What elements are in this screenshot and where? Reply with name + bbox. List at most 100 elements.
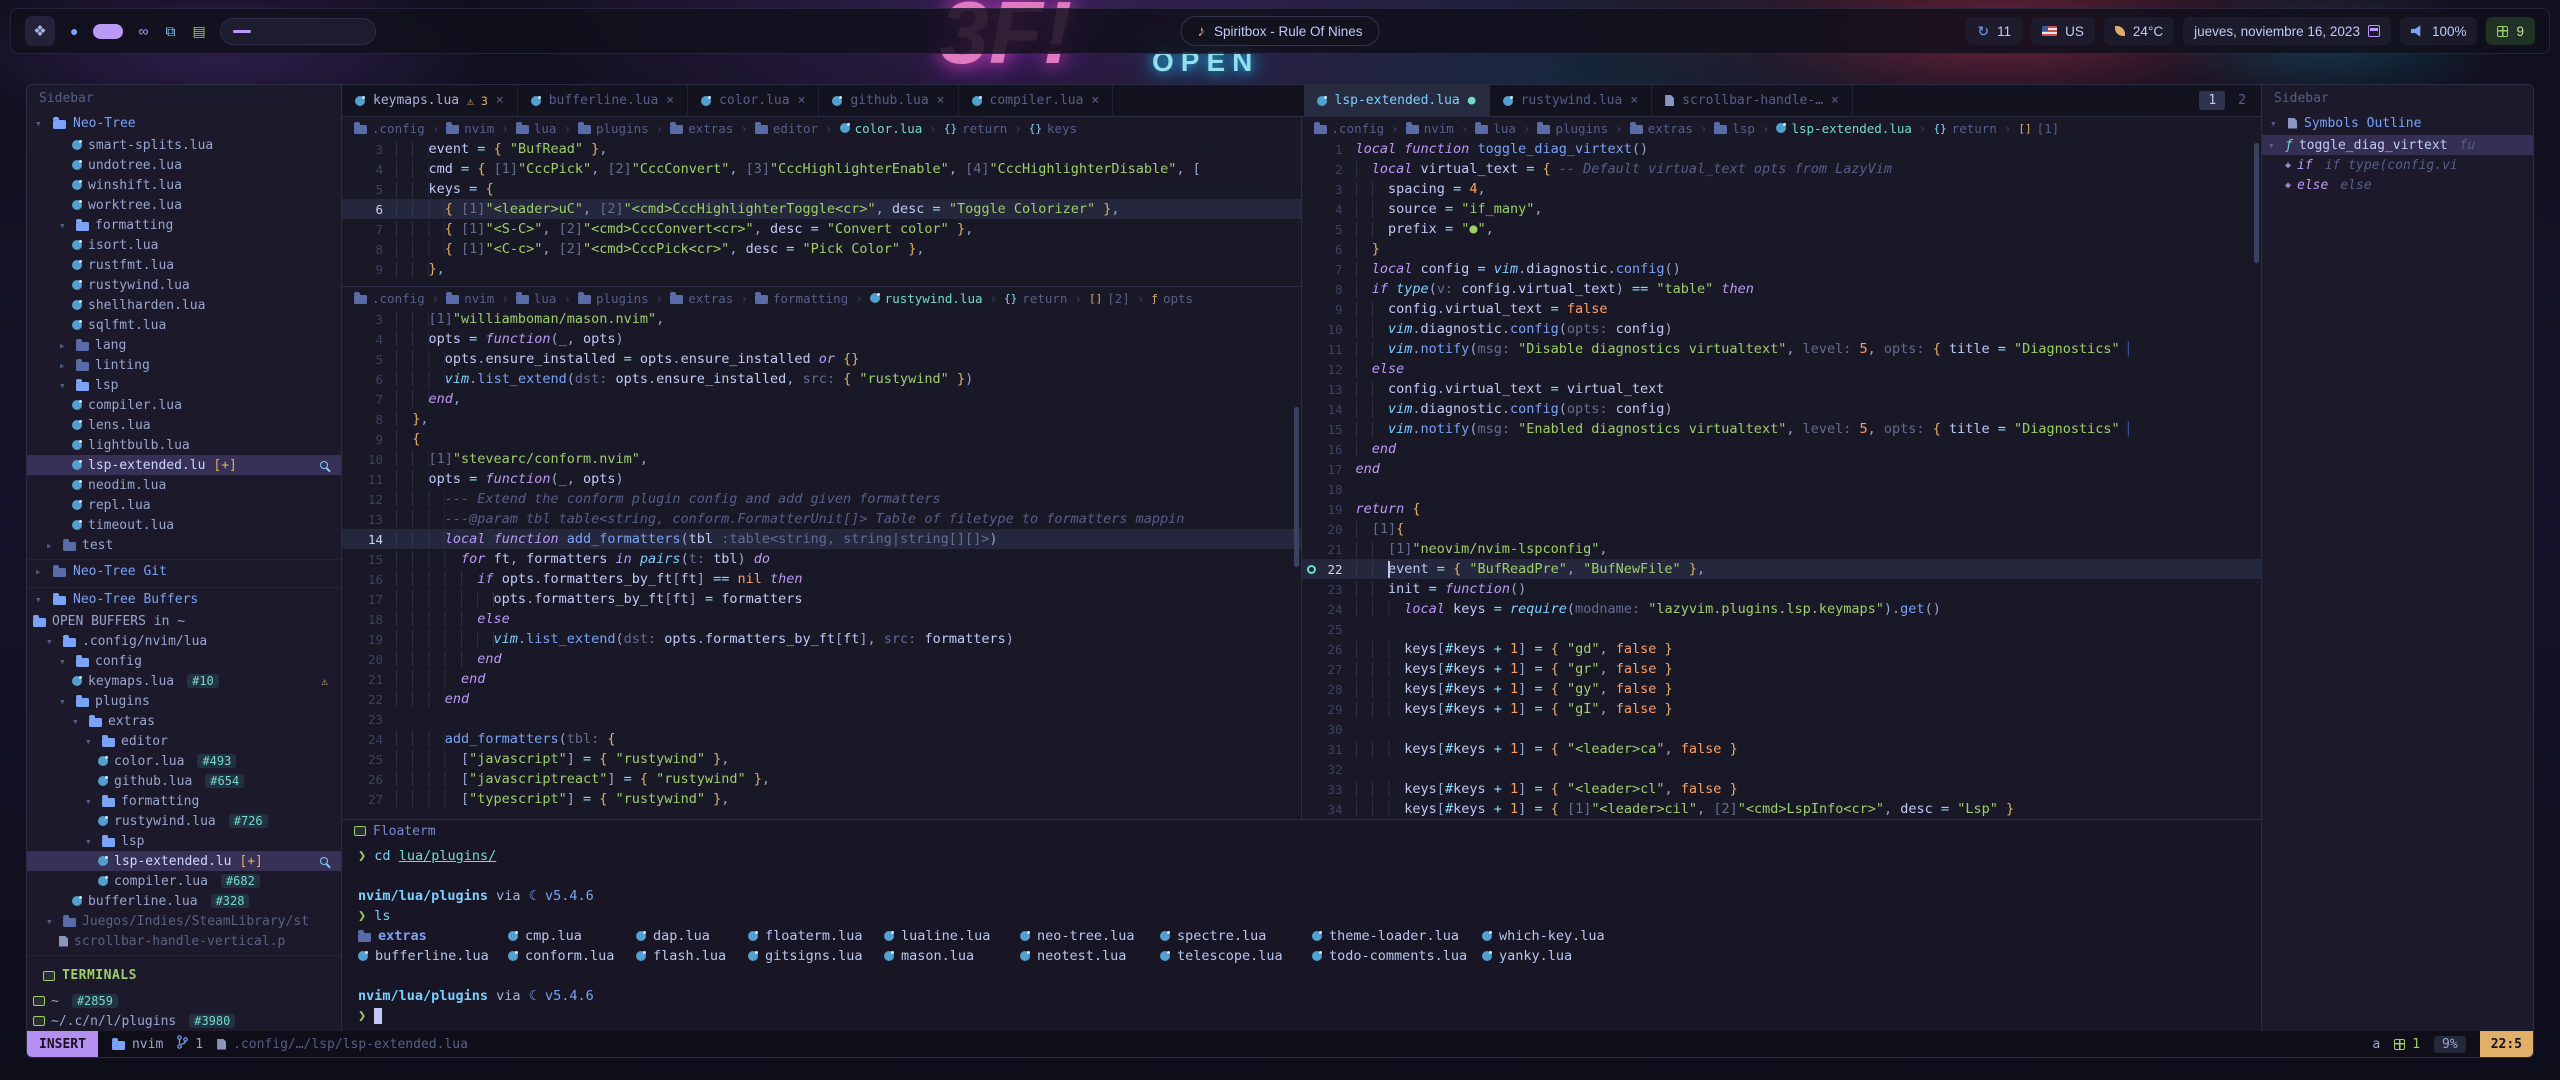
neotree-item[interactable]: isort.lua	[27, 235, 341, 255]
code-line[interactable]: 22 end	[342, 689, 1301, 709]
code-line[interactable]: 7 { [1]"<S-C>", [2]"<cmd>CccConvert<cr>"…	[342, 219, 1301, 239]
terminal-item[interactable]: ~#2859	[27, 991, 341, 1011]
close-icon[interactable]: ×	[1831, 93, 1839, 108]
code-line[interactable]: 5 opts.ensure_installed = opts.ensure_in…	[342, 349, 1301, 369]
breadcrumb-seg[interactable]: extras	[1630, 121, 1693, 136]
neotree-item[interactable]: winshift.lua	[27, 175, 341, 195]
code-line[interactable]: 9 config.virtual_text = false	[1302, 299, 2262, 319]
breadcrumb-seg[interactable]: ƒopts	[1151, 291, 1193, 306]
code-line[interactable]: 12 else	[1302, 359, 2262, 379]
updates-widget[interactable]: ↻11	[1966, 17, 2022, 45]
breadcrumb-seg[interactable]: lua	[516, 121, 557, 136]
code-line[interactable]: 12 --- Extend the conform plugin config …	[342, 489, 1301, 509]
close-icon[interactable]: ×	[666, 93, 674, 108]
tab-compiler-lua[interactable]: compiler.lua×	[959, 85, 1114, 117]
buffer-item[interactable]: ▾config	[27, 651, 341, 671]
tab-keymaps-lua[interactable]: keymaps.lua⚠ 3×	[342, 85, 518, 117]
code-line[interactable]: 3 [1]"williamboman/mason.nvim",	[342, 309, 1301, 329]
code-line[interactable]: 8 { [1]"<C-c>", [2]"<cmd>CccPick<cr>", d…	[342, 239, 1301, 259]
breadcrumb-seg[interactable]: lua	[516, 291, 557, 306]
file-entry[interactable]: todo-comments.lua	[1312, 948, 1482, 964]
workspace-dot-icon[interactable]: ●	[68, 23, 80, 39]
tabpage-2[interactable]: 2	[2229, 91, 2255, 110]
code-line[interactable]: 5 keys = {	[342, 179, 1301, 199]
code-line[interactable]: 15 vim.notify(msg: "Enabled diagnostics …	[1302, 419, 2262, 439]
floaterm-panel[interactable]: Floaterm ❯ cd lua/plugins/nvim/lua/plugi…	[342, 819, 2261, 1031]
breadcrumb-seg[interactable]: lua	[1475, 121, 1516, 136]
code-line[interactable]: 31 keys[#keys + 1] = { "<leader>ca", fal…	[1302, 739, 2262, 759]
file-entry[interactable]: cmp.lua	[508, 928, 636, 944]
breadcrumb-seg[interactable]: .config	[354, 121, 425, 136]
buffer-item[interactable]: OPEN BUFFERS in ~	[27, 611, 341, 631]
neotree-item[interactable]: lsp-extended.lu[+]	[27, 455, 341, 475]
code-line[interactable]: 23	[342, 709, 1301, 729]
directory-entry[interactable]: extras	[358, 928, 508, 944]
code-line[interactable]: 34 keys[#keys + 1] = { [1]"<leader>cil",…	[1302, 799, 2262, 819]
file-entry[interactable]: telescope.lua	[1160, 948, 1312, 964]
breadcrumb-seg[interactable]: nvim	[446, 121, 494, 136]
neotree-item[interactable]: compiler.lua	[27, 395, 341, 415]
code-line[interactable]: 27 keys[#keys + 1] = { "gr", false }	[1302, 659, 2262, 679]
tab-github-lua[interactable]: github.lua×	[819, 85, 958, 117]
file-entry[interactable]: conform.lua	[508, 948, 636, 964]
breadcrumb-seg[interactable]: nvim	[446, 291, 494, 306]
section-neotree-buffers[interactable]: ▾ Neo-Tree Buffers	[27, 587, 341, 611]
file-entry[interactable]: lualine.lua	[884, 928, 1020, 944]
code-line[interactable]: 6 vim.list_extend(dst: opts.ensure_insta…	[342, 369, 1301, 389]
terminal-output[interactable]: ❯ cd lua/plugins/nvim/lua/plugins via ☾ …	[342, 842, 2261, 1031]
code-line[interactable]: 24 local keys = require(modname: "lazyvi…	[1302, 599, 2262, 619]
section-neotree-git[interactable]: ▸ Neo-Tree Git	[27, 559, 341, 583]
section-neotree[interactable]: ▾ Neo-Tree	[27, 111, 341, 135]
code-line[interactable]: 19 vim.list_extend(dst: opts.formatters_…	[342, 629, 1301, 649]
code-line[interactable]: 29 keys[#keys + 1] = { "gI", false }	[1302, 699, 2262, 719]
code-line[interactable]: 4 opts = function(_, opts)	[342, 329, 1301, 349]
code-line[interactable]: 19return {	[1302, 499, 2262, 519]
editor-pane-color[interactable]: .config›nvim›lua›plugins›extras›editor›c…	[342, 117, 1301, 287]
code-line[interactable]: 21 [1]"neovim/nvim-lspconfig",	[1302, 539, 2262, 559]
neotree-item[interactable]: smart-splits.lua	[27, 135, 341, 155]
clipboard-icon[interactable]: ▤	[190, 23, 207, 40]
breadcrumb-seg[interactable]: color.lua	[840, 121, 923, 136]
code-line[interactable]: 10 vim.diagnostic.config(opts: config)	[1302, 319, 2262, 339]
code-line[interactable]: 2 local virtual_text = { -- Default virt…	[1302, 159, 2262, 179]
editor-pane-rustywind[interactable]: .config›nvim›lua›plugins›extras›formatti…	[342, 287, 1301, 819]
file-entry[interactable]: which-key.lua	[1482, 928, 2261, 944]
tab-bufferline-lua[interactable]: bufferline.lua×	[518, 85, 688, 117]
code-line[interactable]: 33 keys[#keys + 1] = { "<leader>cl", fal…	[1302, 779, 2262, 799]
section-symbols-outline[interactable]: ▾ Symbols Outline	[2262, 111, 2533, 135]
code-line[interactable]: 17end	[1302, 459, 2262, 479]
code-line[interactable]: 9 {	[342, 429, 1301, 449]
buffer-item[interactable]: bufferline.lua#328	[27, 891, 341, 911]
code-line[interactable]: 22 event = { "BufReadPre", "BufNewFile" …	[1302, 559, 2262, 579]
neotree-item[interactable]: rustywind.lua	[27, 275, 341, 295]
buffer-item[interactable]: ▾.config/nvim/lua	[27, 631, 341, 651]
breadcrumb-seg[interactable]: {}keys	[1029, 121, 1077, 136]
code-line[interactable]: 7 end,	[342, 389, 1301, 409]
breadcrumb-seg[interactable]: formatting	[755, 291, 848, 306]
vpn-icon[interactable]: ∞	[136, 23, 150, 39]
buffer-item[interactable]: compiler.lua#682	[27, 871, 341, 891]
close-icon[interactable]: ×	[496, 93, 504, 108]
code-line[interactable]: 8 if type(v: config.virtual_text) == "ta…	[1302, 279, 2262, 299]
neotree-item[interactable]: neodim.lua	[27, 475, 341, 495]
code-area-rustywind[interactable]: 3 [1]"williamboman/mason.nvim",4 opts = …	[342, 309, 1301, 819]
code-line[interactable]: 26 keys[#keys + 1] = { "gd", false }	[1302, 639, 2262, 659]
tab-rustywind-lua[interactable]: rustywind.lua×	[1490, 85, 1653, 117]
keyboard-layout-widget[interactable]: US	[2031, 17, 2095, 45]
file-entry[interactable]: dap.lua	[636, 928, 748, 944]
breadcrumb-seg[interactable]: lsp-extended.lua	[1776, 121, 1911, 136]
workspace-active-icon[interactable]	[93, 24, 123, 39]
file-entry[interactable]: mason.lua	[884, 948, 1020, 964]
weather-widget[interactable]: 24°C	[2104, 17, 2174, 45]
file-entry[interactable]: floaterm.lua	[748, 928, 884, 944]
breadcrumb-seg[interactable]: {}return	[1933, 121, 1996, 136]
breadcrumb-seg[interactable]: nvim	[1406, 121, 1454, 136]
code-line[interactable]: 26 ["javascriptreact"] = { "rustywind" }…	[342, 769, 1301, 789]
outline-item[interactable]: ◈ifif type(config.vi	[2262, 155, 2533, 175]
code-line[interactable]: 11 opts = function(_, opts)	[342, 469, 1301, 489]
buffer-item[interactable]: scrollbar-handle-vertical.p	[27, 931, 341, 951]
editor-pane-lsp-extended[interactable]: .config›nvim›lua›plugins›extras›lsp›lsp-…	[1302, 117, 2262, 819]
code-line[interactable]: 25 ["javascript"] = { "rustywind" },	[342, 749, 1301, 769]
code-line[interactable]: 4 cmd = { [1]"CccPick", [2]"CccConvert",…	[342, 159, 1301, 179]
volume-widget[interactable]: 100%	[2400, 17, 2478, 45]
